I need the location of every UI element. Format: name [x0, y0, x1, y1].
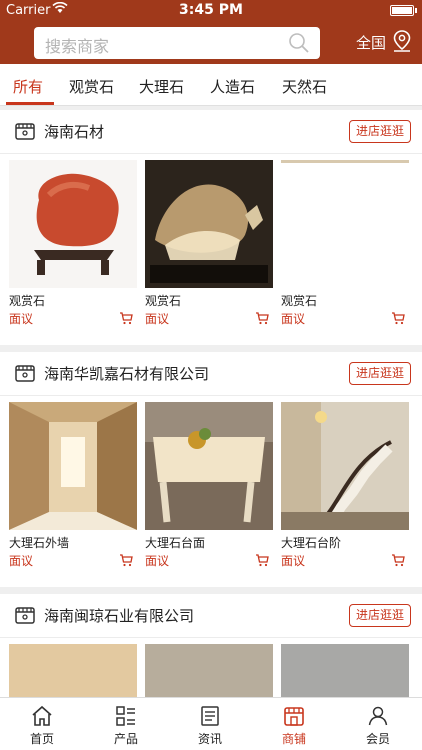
store-header: 海南华凯嘉石材有限公司 进店逛逛 [0, 352, 422, 396]
tab-natural-stone[interactable]: 天然石 [282, 76, 327, 97]
store-card: 海南石材 进店逛逛 观赏石 面议 观赏石 面议 观赏石 面议 [0, 110, 422, 345]
shop-icon [14, 120, 36, 146]
tabbar-label: 商铺 [281, 732, 306, 746]
cart-icon[interactable] [119, 552, 133, 571]
tabbar-label: 首页 [29, 732, 54, 746]
store-name[interactable]: 海南华凯嘉石材有限公司 [44, 363, 209, 384]
enter-store-button[interactable]: 进店逛逛 [349, 120, 411, 143]
product-image[interactable] [9, 644, 137, 697]
location-pin-icon[interactable] [391, 29, 413, 57]
product-image[interactable] [145, 402, 273, 530]
region-selector[interactable]: 全国 [356, 32, 386, 53]
tab-ornamental-stone[interactable]: 观赏石 [69, 76, 114, 97]
product-name: 观赏石 [9, 294, 46, 308]
store-name[interactable]: 海南石材 [44, 121, 104, 142]
product-price: 面议 [9, 554, 34, 568]
news-icon [198, 704, 222, 732]
tabbar-shops[interactable]: 商铺 [252, 698, 336, 750]
enter-store-button[interactable]: 进店逛逛 [349, 604, 411, 627]
store-card: 海南闽琼石业有限公司 进店逛逛 [0, 594, 422, 697]
tabbar-member[interactable]: 会员 [336, 698, 420, 750]
battery-icon [390, 5, 414, 16]
app-header: Carrier 3:45 PM 搜索商家 全国 [0, 0, 422, 64]
search-icon[interactable] [288, 32, 310, 58]
tabbar-products[interactable]: 产品 [84, 698, 168, 750]
tabbar-label: 产品 [113, 732, 138, 746]
store-name[interactable]: 海南闽琼石业有限公司 [44, 605, 194, 626]
cart-icon[interactable] [391, 310, 405, 329]
store-card: 海南华凯嘉石材有限公司 进店逛逛 大理石外墙 面议 大理石台面 面议 大理石台阶… [0, 352, 422, 587]
tabbar-label: 资讯 [197, 732, 222, 746]
tabbar-home[interactable]: 首页 [0, 698, 84, 750]
product-name: 大理石台面 [145, 536, 206, 550]
product-name: 观赏石 [145, 294, 182, 308]
product-price: 面议 [145, 554, 170, 568]
product-price: 面议 [145, 312, 170, 326]
home-icon [30, 704, 54, 732]
shop-icon [282, 704, 306, 732]
tabbar-news[interactable]: 资讯 [168, 698, 252, 750]
product-image[interactable] [145, 644, 273, 697]
product-image[interactable] [281, 160, 409, 288]
cart-icon[interactable] [255, 310, 269, 329]
product-price: 面议 [281, 554, 306, 568]
store-header: 海南石材 进店逛逛 [0, 110, 422, 154]
product-image[interactable] [281, 644, 409, 697]
cart-icon[interactable] [391, 552, 405, 571]
enter-store-button[interactable]: 进店逛逛 [349, 362, 411, 385]
product-image[interactable] [9, 402, 137, 530]
search-input[interactable]: 搜索商家 [34, 27, 320, 59]
store-list[interactable]: 海南石材 进店逛逛 观赏石 面议 观赏石 面议 观赏石 面议 海南华凯嘉石材有限… [0, 106, 422, 697]
shop-icon [14, 604, 36, 630]
battery-tip [415, 8, 417, 13]
tab-all[interactable]: 所有 [13, 76, 43, 97]
status-time: 3:45 PM [179, 2, 243, 18]
bottom-tab-bar: 首页 产品 资讯 商铺 会员 [0, 697, 422, 750]
active-tab-indicator [6, 102, 54, 105]
product-image[interactable] [281, 402, 409, 530]
cart-icon[interactable] [119, 310, 133, 329]
tab-marble[interactable]: 大理石 [139, 76, 184, 97]
product-price: 面议 [281, 312, 306, 326]
category-tabs: 所有 观赏石 大理石 人造石 天然石 [0, 64, 422, 106]
user-icon [366, 704, 390, 732]
status-bar: Carrier 3:45 PM [0, 0, 422, 20]
product-name: 观赏石 [281, 294, 318, 308]
tab-artificial-stone[interactable]: 人造石 [210, 76, 255, 97]
product-name: 大理石台阶 [281, 536, 342, 550]
shop-icon [14, 362, 36, 388]
product-name: 大理石外墙 [9, 536, 70, 550]
store-header: 海南闽琼石业有限公司 进店逛逛 [0, 594, 422, 638]
grid-list-icon [114, 704, 138, 732]
product-image[interactable] [145, 160, 273, 288]
search-placeholder: 搜索商家 [45, 37, 110, 56]
tabbar-label: 会员 [365, 732, 390, 746]
product-price: 面议 [9, 312, 34, 326]
cart-icon[interactable] [255, 552, 269, 571]
product-image[interactable] [9, 160, 137, 288]
